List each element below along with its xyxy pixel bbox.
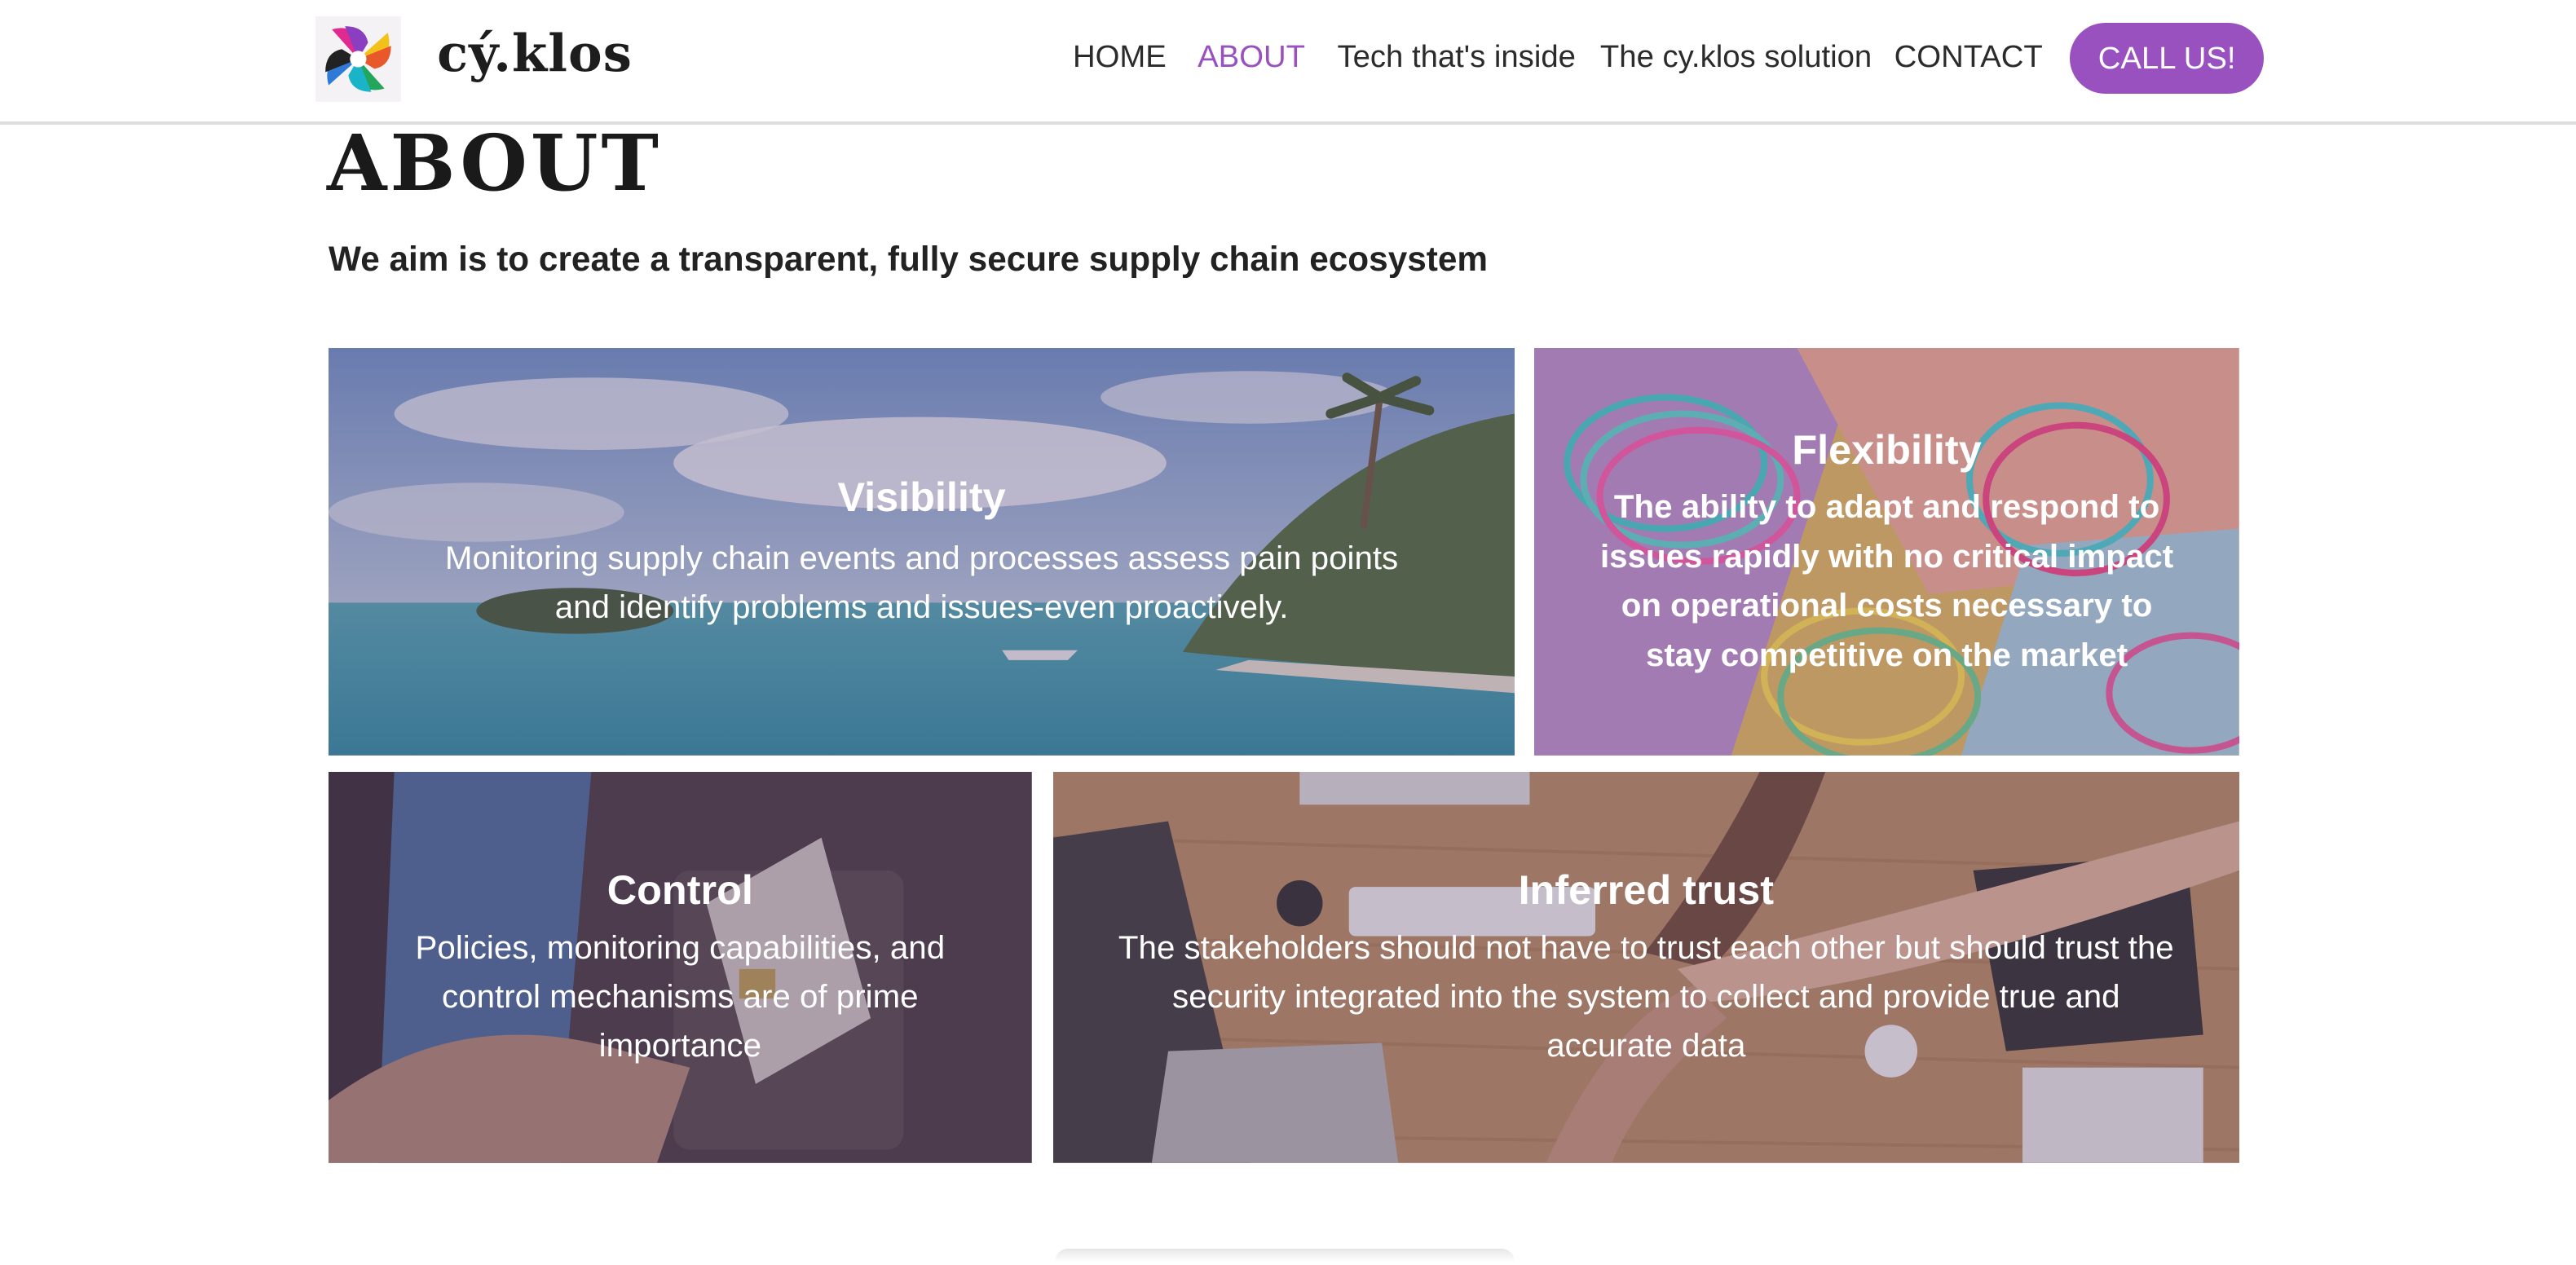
card-content: Inferred trust The stakeholders should n… bbox=[1053, 864, 2239, 1071]
logo-pinwheel-icon[interactable] bbox=[315, 16, 401, 102]
card-title: Visibility bbox=[837, 474, 1006, 521]
page-title: ABOUT bbox=[327, 118, 663, 209]
card-text: The ability to adapt and respond to issu… bbox=[1599, 488, 2174, 673]
card-text: Policies, monitoring capabilities, and c… bbox=[415, 928, 946, 1064]
card-title: Inferred trust bbox=[1518, 866, 1775, 914]
card-title: Control bbox=[607, 866, 753, 914]
nav-about[interactable]: ABOUT bbox=[1198, 39, 1305, 75]
card-text: The stakeholders should not have to trus… bbox=[1118, 928, 2174, 1064]
brand-name[interactable]: cý.klos bbox=[437, 23, 633, 83]
nav-home[interactable]: HOME bbox=[1073, 39, 1167, 75]
card-content: Visibility Monitoring supply chain event… bbox=[329, 471, 1515, 632]
card-visibility: Visibility Monitoring supply chain event… bbox=[329, 348, 1515, 756]
nav-tech-inside[interactable]: Tech that's inside bbox=[1337, 39, 1575, 75]
card-content: Flexibility The ability to adapt and res… bbox=[1534, 424, 2239, 680]
page-subtitle: We aim is to create a transparent, fully… bbox=[329, 240, 1488, 279]
card-control: Control Policies, monitoring capabilitie… bbox=[329, 772, 1032, 1163]
call-us-button[interactable]: CALL US! bbox=[2070, 23, 2265, 94]
card-text: Monitoring supply chain events and proce… bbox=[444, 539, 1399, 626]
nav-solution[interactable]: The cy.klos solution bbox=[1600, 39, 1872, 75]
card-inferred-trust: Inferred trust The stakeholders should n… bbox=[1052, 772, 2239, 1163]
card-content: Control Policies, monitoring capabilitie… bbox=[329, 864, 1032, 1071]
nav-contact[interactable]: CONTACT bbox=[1895, 39, 2043, 75]
site-header: cý.klos HOME ABOUT Tech that's inside Th… bbox=[0, 0, 2576, 126]
card-flexibility: Flexibility The ability to adapt and res… bbox=[1534, 348, 2239, 756]
card-title: Flexibility bbox=[1792, 425, 1982, 473]
